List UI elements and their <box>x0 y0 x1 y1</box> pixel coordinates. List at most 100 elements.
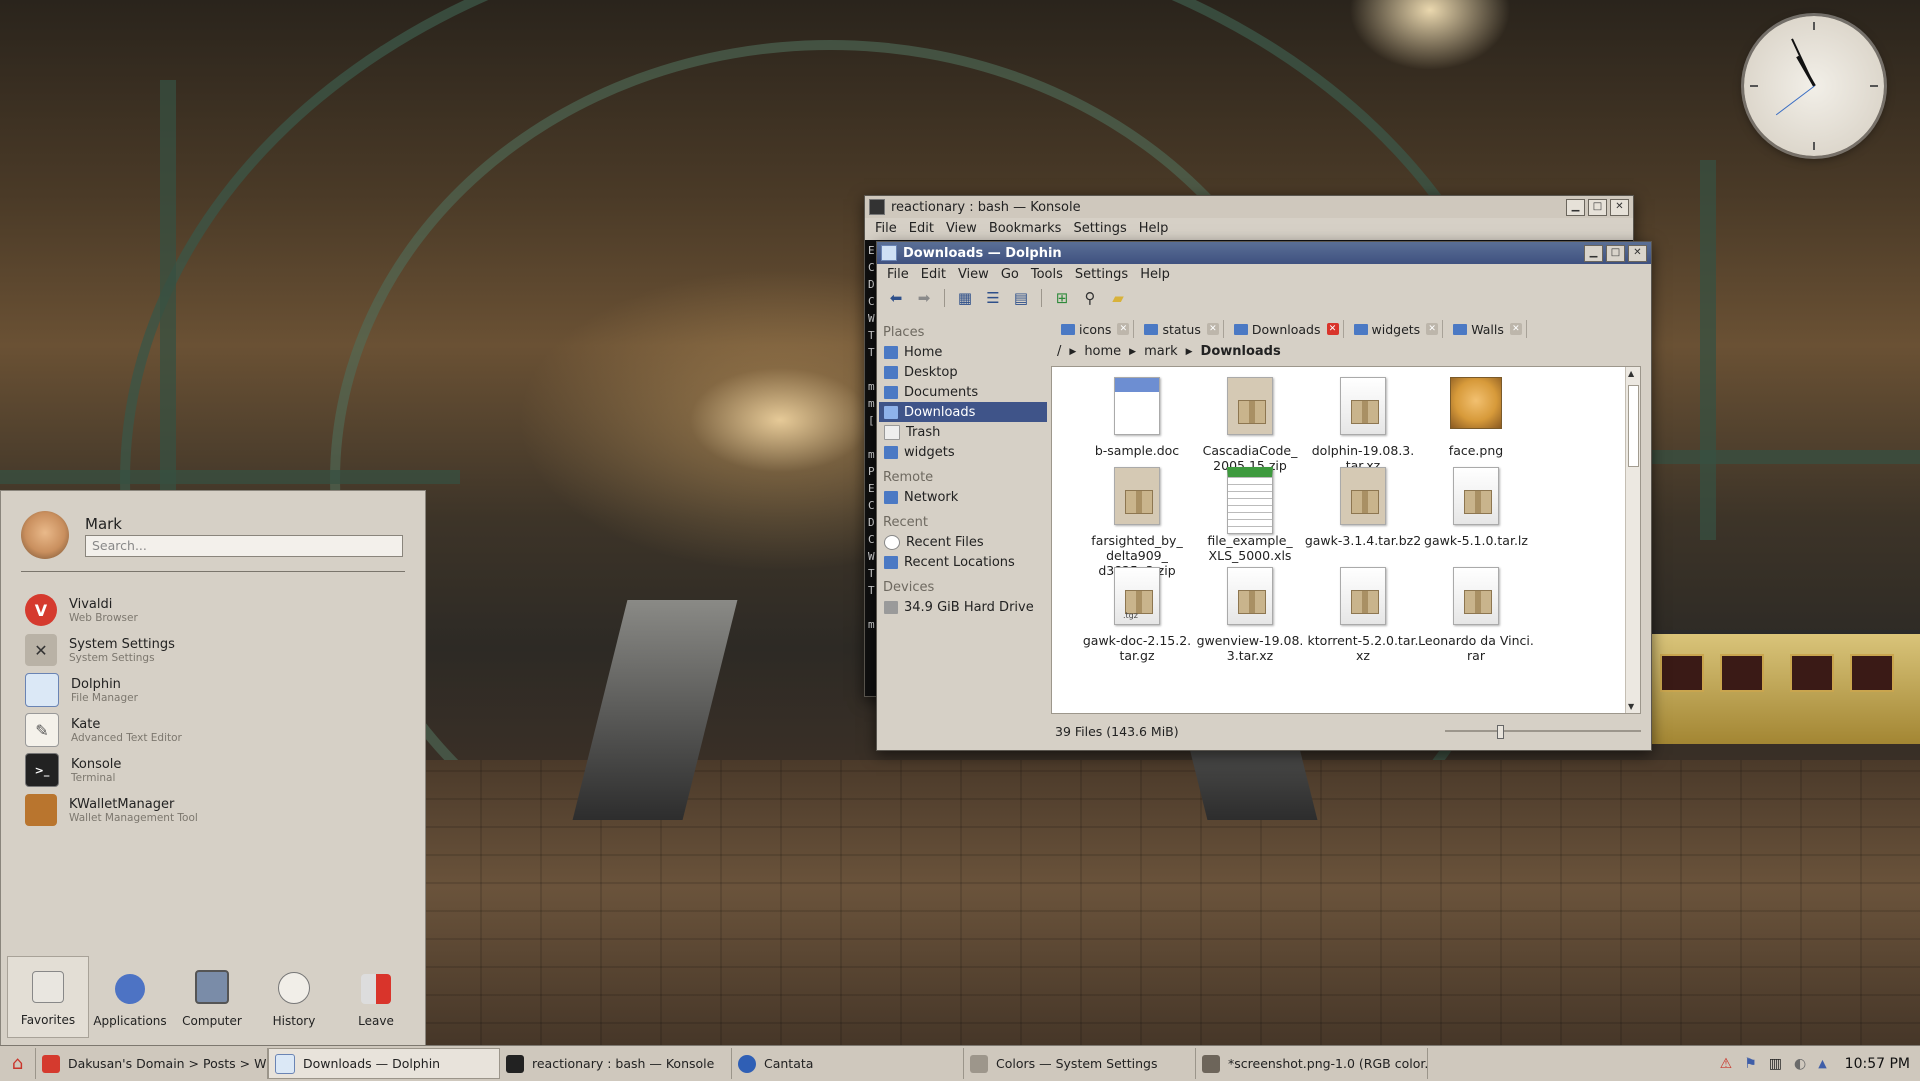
places-item-widgets[interactable]: widgets <box>879 442 1047 462</box>
close-tab-icon[interactable]: ✕ <box>1426 323 1439 335</box>
file-item[interactable]: gawk-5.1.0.tar.lz <box>1411 467 1541 548</box>
places-item-downloads[interactable]: Downloads <box>879 402 1047 422</box>
file-item[interactable]: b-sample.doc <box>1072 377 1202 458</box>
app-system-settings[interactable]: ✕ System Settings System Settings <box>25 631 175 669</box>
menu-tools[interactable]: Tools <box>1025 267 1069 282</box>
taskbar-item-vivaldi[interactable]: Dakusan's Domain > Posts > Wi... <box>36 1048 268 1079</box>
maximize-button[interactable]: □ <box>1588 198 1607 216</box>
app-kwalletmanager[interactable]: KWalletManager Wallet Management Tool <box>25 791 198 829</box>
find-binoculars-icon[interactable]: ⚲ <box>1079 288 1101 308</box>
file-item[interactable]: file_example_ XLS_5000.xls <box>1185 467 1315 563</box>
flag-icon[interactable]: ⚑ <box>1744 1056 1757 1072</box>
file-icon-view[interactable]: b-sample.doc CascadiaCode_ 2005.15.zip d… <box>1051 366 1641 714</box>
app-kate[interactable]: ✎ Kate Advanced Text Editor <box>25 711 182 749</box>
menu-edit[interactable]: Edit <box>915 267 952 282</box>
breadcrumb-downloads[interactable]: Downloads <box>1201 344 1281 359</box>
compact-view-icon[interactable]: ☰ <box>982 288 1004 308</box>
places-item-network[interactable]: Network <box>879 487 1047 507</box>
close-tab-icon[interactable]: ✕ <box>1326 323 1339 335</box>
taskbar-item-dolphin[interactable]: Downloads — Dolphin <box>268 1048 500 1079</box>
menu-settings[interactable]: Settings <box>1069 267 1134 282</box>
tab-icons[interactable]: icons ✕ <box>1055 320 1135 338</box>
konsole-titlebar[interactable]: reactionary : bash — Konsole ▁ □ ✕ <box>865 196 1633 218</box>
clipboard-icon[interactable]: ▥ <box>1769 1056 1782 1072</box>
taskbar-item-system-settings[interactable]: Colors — System Settings <box>964 1048 1196 1079</box>
dolphin-titlebar[interactable]: Downloads — Dolphin ▁ □ ✕ <box>877 242 1651 264</box>
breadcrumb-home[interactable]: home <box>1084 344 1121 359</box>
forward-arrow-icon[interactable]: ➡ <box>913 288 935 308</box>
taskbar-item-cantata[interactable]: Cantata <box>732 1048 964 1079</box>
search-input[interactable]: Search... <box>85 535 403 557</box>
file-item[interactable]: gwenview-19.08. 3.tar.xz <box>1185 567 1315 663</box>
vertical-scrollbar[interactable]: ▲ ▼ <box>1625 367 1640 713</box>
details-view-icon[interactable]: ▤ <box>1010 288 1032 308</box>
menu-help[interactable]: Help <box>1134 267 1176 282</box>
menu-view[interactable]: View <box>940 221 983 236</box>
chevron-right-icon[interactable]: ▶ <box>1069 347 1076 357</box>
icons-view-icon[interactable]: ▦ <box>954 288 976 308</box>
breadcrumb-root[interactable]: / <box>1057 344 1061 359</box>
menu-bookmarks[interactable]: Bookmarks <box>983 221 1068 236</box>
menu-edit[interactable]: Edit <box>903 221 940 236</box>
places-item-desktop[interactable]: Desktop <box>879 362 1047 382</box>
menu-file[interactable]: File <box>881 267 915 282</box>
maximize-button[interactable]: □ <box>1606 244 1625 262</box>
digital-clock[interactable]: 10:57 PM <box>1845 1056 1910 1072</box>
tab-applications[interactable]: Applications <box>89 956 171 1038</box>
scroll-down-icon[interactable]: ▼ <box>1628 702 1634 711</box>
app-vivaldi[interactable]: V Vivaldi Web Browser <box>25 591 138 629</box>
back-arrow-icon[interactable]: ⬅ <box>885 288 907 308</box>
tab-computer[interactable]: Computer <box>171 956 253 1038</box>
file-item[interactable]: Leonardo da Vinci. rar <box>1411 567 1541 663</box>
places-item-documents[interactable]: Documents <box>879 382 1047 402</box>
places-item-hard-drive[interactable]: 34.9 GiB Hard Drive <box>879 597 1047 617</box>
split-view-icon[interactable]: ⊞ <box>1051 288 1073 308</box>
scrollbar-thumb[interactable] <box>1628 385 1639 467</box>
places-item-recent-files[interactable]: Recent Files <box>879 532 1047 552</box>
new-folder-icon[interactable]: ▰ <box>1107 288 1129 308</box>
places-item-home[interactable]: Home <box>879 342 1047 362</box>
tab-favorites[interactable]: Favorites <box>7 956 89 1038</box>
menu-view[interactable]: View <box>952 267 995 282</box>
scroll-up-icon[interactable]: ▲ <box>1628 369 1634 378</box>
menu-settings[interactable]: Settings <box>1067 221 1132 236</box>
tab-status[interactable]: status ✕ <box>1138 320 1224 338</box>
close-button[interactable]: ✕ <box>1628 244 1647 262</box>
close-button[interactable]: ✕ <box>1610 198 1629 216</box>
app-konsole[interactable]: >_ Konsole Terminal <box>25 751 121 789</box>
tab-widgets[interactable]: widgets ✕ <box>1348 320 1444 338</box>
places-item-trash[interactable]: Trash <box>879 422 1047 442</box>
close-tab-icon[interactable]: ✕ <box>1206 323 1219 335</box>
close-tab-icon[interactable]: ✕ <box>1117 323 1130 335</box>
volume-icon[interactable]: ◐ <box>1794 1056 1806 1072</box>
warning-icon[interactable]: ⚠ <box>1720 1056 1733 1072</box>
close-tab-icon[interactable]: ✕ <box>1509 323 1522 335</box>
tab-walls[interactable]: Walls ✕ <box>1447 320 1527 338</box>
menu-go[interactable]: Go <box>995 267 1025 282</box>
file-item[interactable]: farsighted_by_ delta909_ d3825a3.zip <box>1072 467 1202 578</box>
app-dolphin[interactable]: Dolphin File Manager <box>25 671 138 709</box>
expand-tray-icon[interactable]: ▲ <box>1818 1057 1826 1070</box>
file-item[interactable]: ktorrent-5.2.0.tar. xz <box>1298 567 1428 663</box>
menu-help[interactable]: Help <box>1133 221 1175 236</box>
places-item-recent-locations[interactable]: Recent Locations <box>879 552 1047 572</box>
zoom-slider[interactable] <box>1445 725 1641 739</box>
minimize-button[interactable]: ▁ <box>1584 244 1603 262</box>
minimize-button[interactable]: ▁ <box>1566 198 1585 216</box>
file-item[interactable]: dolphin-19.08.3. tar.xz <box>1298 377 1428 473</box>
app-launcher-button[interactable]: ⌂ <box>0 1048 36 1079</box>
tab-leave[interactable]: Leave <box>335 956 417 1038</box>
file-item[interactable]: CascadiaCode_ 2005.15.zip <box>1185 377 1315 473</box>
taskbar-item-konsole[interactable]: reactionary : bash — Konsole <box>500 1048 732 1079</box>
dolphin-window[interactable]: Downloads — Dolphin ▁ □ ✕ File Edit View… <box>876 241 1652 751</box>
file-item[interactable]: .tgz gawk-doc-2.15.2. tar.gz <box>1072 567 1202 663</box>
zoom-slider-handle[interactable] <box>1497 725 1504 739</box>
tab-downloads[interactable]: Downloads ✕ <box>1228 320 1344 338</box>
breadcrumb-mark[interactable]: mark <box>1144 344 1178 359</box>
chevron-right-icon[interactable]: ▶ <box>1186 347 1193 357</box>
chevron-right-icon[interactable]: ▶ <box>1129 347 1136 357</box>
file-item[interactable]: gawk-3.1.4.tar.bz2 <box>1298 467 1428 548</box>
menu-file[interactable]: File <box>869 221 903 236</box>
tab-history[interactable]: History <box>253 956 335 1038</box>
taskbar-item-gimp[interactable]: *screenshot.png-1.0 (RGB color... <box>1196 1048 1428 1079</box>
